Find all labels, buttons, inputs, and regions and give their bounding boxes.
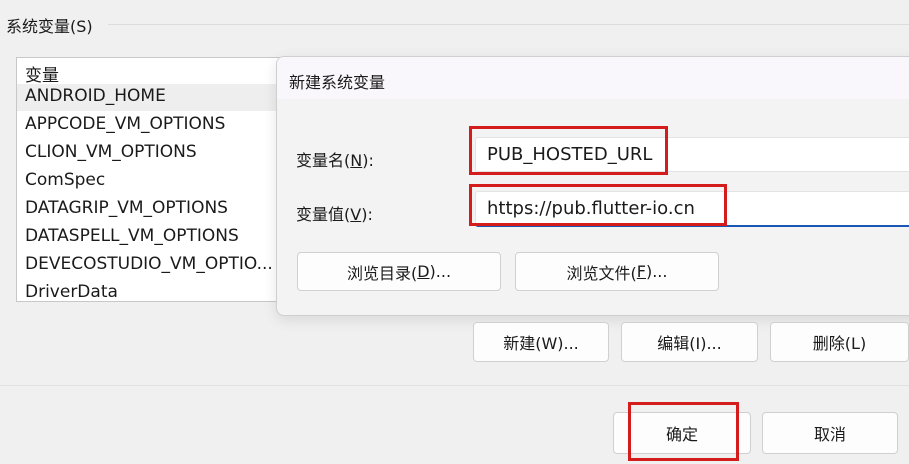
ok-button[interactable]: 确定	[613, 412, 751, 454]
list-column-header: 变量	[25, 66, 59, 86]
group-divider	[108, 24, 909, 25]
variable-name-input[interactable]: PUB_HOSTED_URL	[475, 137, 909, 172]
list-item[interactable]: ComSpec	[17, 168, 317, 195]
dialog-title: 新建系统变量	[289, 73, 386, 92]
system-variables-group-label: 系统变量(S)	[6, 17, 93, 36]
browse-directory-button[interactable]: 浏览目录(D)...	[297, 252, 501, 291]
new-button[interactable]: 新建(W)...	[473, 322, 609, 362]
list-item[interactable]: DriverData	[17, 280, 317, 301]
list-item[interactable]: DATASPELL_VM_OPTIONS	[17, 224, 317, 251]
list-item[interactable]: ANDROID_HOME	[17, 84, 317, 111]
variable-name-label: 变量名(N):	[296, 151, 374, 170]
list-item[interactable]: CLION_VM_OPTIONS	[17, 140, 317, 167]
variable-value-input[interactable]: https://pub.flutter-io.cn	[475, 191, 909, 227]
new-system-variable-dialog: 新建系统变量 变量名(N): PUB_HOSTED_URL 变量值(V): ht…	[276, 56, 909, 316]
edit-button[interactable]: 编辑(I)...	[621, 322, 758, 362]
browse-file-button[interactable]: 浏览文件(F)...	[515, 252, 719, 291]
variable-value-label: 变量值(V):	[296, 205, 373, 224]
list-item[interactable]: APPCODE_VM_OPTIONS	[17, 112, 317, 139]
list-item[interactable]: DEVECOSTUDIO_VM_OPTIO...	[17, 252, 317, 279]
cancel-button[interactable]: 取消	[762, 412, 898, 454]
system-variables-list[interactable]: 变量 ANDROID_HOME APPCODE_VM_OPTIONS CLION…	[16, 57, 318, 302]
delete-button[interactable]: 删除(L)	[770, 322, 909, 362]
footer-divider	[0, 385, 909, 386]
dialog-titlebar: 新建系统变量	[277, 57, 909, 99]
list-item[interactable]: DATAGRIP_VM_OPTIONS	[17, 196, 317, 223]
